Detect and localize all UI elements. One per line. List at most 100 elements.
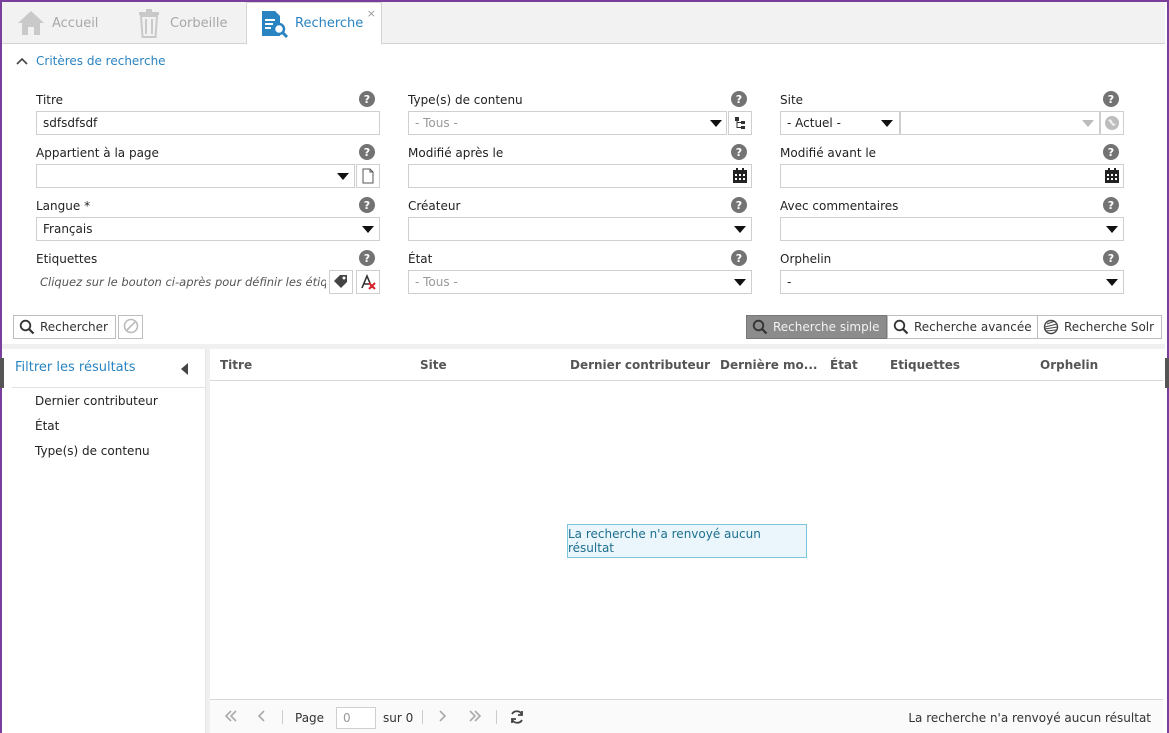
help-icon[interactable]: ? xyxy=(1103,144,1119,160)
tab-recherche[interactable]: Recherche × xyxy=(246,2,382,45)
refresh-icon[interactable] xyxy=(509,709,525,729)
filter-panel-title: Filtrer les résultats xyxy=(15,360,136,375)
search-icon xyxy=(19,319,35,335)
right-resize-handle[interactable] xyxy=(1165,358,1169,388)
advanced-search-button[interactable]: Recherche avancée xyxy=(887,315,1040,339)
column-header-site[interactable]: Site xyxy=(420,358,447,372)
filter-item-etat[interactable]: État xyxy=(35,419,59,433)
help-icon[interactable]: ? xyxy=(359,144,375,160)
solr-search-button[interactable]: Recherche Solr xyxy=(1037,315,1163,339)
last-page-icon[interactable] xyxy=(468,709,482,727)
criteria-toggle[interactable]: Critères de recherche xyxy=(16,54,166,68)
column-header-orphelin[interactable]: Orphelin xyxy=(1040,358,1098,372)
tag-icon[interactable] xyxy=(329,270,353,294)
calendar-icon[interactable] xyxy=(1105,168,1119,186)
clear-tags-icon[interactable] xyxy=(356,270,380,294)
help-icon[interactable]: ? xyxy=(731,250,747,266)
tab-accueil[interactable]: Accueil xyxy=(16,2,98,44)
page-number-input[interactable]: 0 xyxy=(336,707,376,729)
home-icon xyxy=(16,8,46,38)
pagination-bar: Page 0 sur 0 La recherche n'a renvoyé au… xyxy=(210,699,1163,733)
column-header-titre[interactable]: Titre xyxy=(220,358,252,372)
help-icon[interactable]: ? xyxy=(731,144,747,160)
globe-icon[interactable] xyxy=(1100,111,1124,135)
column-header-etiquettes[interactable]: Etiquettes xyxy=(890,358,960,372)
divider xyxy=(282,710,283,724)
next-page-icon[interactable] xyxy=(438,709,448,727)
column-header-etat[interactable]: État xyxy=(830,358,858,372)
tree-icon[interactable] xyxy=(728,111,752,135)
dropdown-arrow-icon[interactable] xyxy=(337,173,349,180)
close-icon[interactable]: × xyxy=(367,7,376,20)
search-document-icon xyxy=(259,9,289,39)
previous-page-icon[interactable] xyxy=(256,709,266,727)
createur-select[interactable] xyxy=(408,217,752,241)
search-icon xyxy=(893,319,909,335)
dropdown-arrow-icon[interactable] xyxy=(734,226,746,233)
search-button-label: Rechercher xyxy=(40,320,108,334)
titre-input[interactable]: sdfsdfsdf xyxy=(36,111,380,135)
dropdown-arrow-icon[interactable] xyxy=(734,279,746,286)
reset-button[interactable] xyxy=(118,315,143,339)
page-select[interactable] xyxy=(36,164,355,188)
langue-select[interactable]: Français xyxy=(36,217,380,241)
site-url-select[interactable] xyxy=(900,111,1100,135)
help-icon[interactable]: ? xyxy=(731,197,747,213)
collapse-left-icon[interactable] xyxy=(181,363,188,375)
tab-label: Corbeille xyxy=(170,15,228,31)
search-button[interactable]: Rechercher xyxy=(13,315,116,339)
page-label: Appartient à la page xyxy=(36,146,159,160)
help-icon[interactable]: ? xyxy=(1103,91,1119,107)
results-grid: Titre Site Dernier contributeur Dernière… xyxy=(210,349,1163,733)
search-icon xyxy=(752,319,768,335)
page-total: sur 0 xyxy=(383,711,414,725)
orphelin-label: Orphelin xyxy=(780,252,832,266)
divider xyxy=(422,710,423,724)
tab-label: Recherche xyxy=(295,16,364,31)
filter-panel: Filtrer les résultats Dernier contribute… xyxy=(2,349,206,733)
langue-label: Langue * xyxy=(36,199,91,213)
help-icon[interactable]: ? xyxy=(1103,197,1119,213)
empty-results-message: La recherche n'a renvoyé aucun résultat xyxy=(567,524,807,558)
modif-avant-label: Modifié avant le xyxy=(780,146,877,160)
dropdown-arrow-icon[interactable] xyxy=(362,226,374,233)
filter-item-types[interactable]: Type(s) de contenu xyxy=(35,444,150,458)
commentaires-select[interactable] xyxy=(780,217,1124,241)
first-page-icon[interactable] xyxy=(224,709,238,727)
criteria-toggle-label: Critères de recherche xyxy=(36,54,166,68)
column-header-modification[interactable]: Dernière mo... xyxy=(720,358,817,372)
calendar-icon[interactable] xyxy=(733,168,747,186)
modif-avant-input[interactable] xyxy=(780,164,1124,188)
filter-item-contributeur[interactable]: Dernier contributeur xyxy=(35,394,158,408)
help-icon[interactable]: ? xyxy=(359,250,375,266)
orphelin-select[interactable]: - xyxy=(780,270,1124,294)
simple-search-button[interactable]: Recherche simple xyxy=(746,315,888,339)
help-icon[interactable]: ? xyxy=(731,91,747,107)
etiquettes-hint: Cliquez sur le bouton ci-après pour défi… xyxy=(36,270,326,294)
page-icon[interactable] xyxy=(356,164,380,188)
advanced-search-label: Recherche avancée xyxy=(914,320,1032,334)
types-label: Type(s) de contenu xyxy=(408,93,523,107)
divider xyxy=(496,710,497,724)
left-resize-handle[interactable] xyxy=(0,358,4,388)
solr-search-label: Recherche Solr xyxy=(1064,320,1155,334)
types-select[interactable]: - Tous - xyxy=(408,111,727,135)
help-icon[interactable]: ? xyxy=(359,197,375,213)
etat-select[interactable]: - Tous - xyxy=(408,270,752,294)
modif-apres-input[interactable] xyxy=(408,164,752,188)
tab-corbeille[interactable]: Corbeille xyxy=(134,2,227,44)
tab-label: Accueil xyxy=(52,15,99,31)
dropdown-arrow-icon[interactable] xyxy=(1106,226,1118,233)
help-icon[interactable]: ? xyxy=(359,91,375,107)
dropdown-arrow-icon[interactable] xyxy=(710,120,722,127)
titre-label: Titre xyxy=(36,93,64,107)
help-icon[interactable]: ? xyxy=(1103,250,1119,266)
dropdown-arrow-icon[interactable] xyxy=(1106,279,1118,286)
pagination-status: La recherche n'a renvoyé aucun résultat xyxy=(908,711,1151,725)
dropdown-arrow-icon[interactable] xyxy=(1082,120,1094,127)
chevron-up-icon xyxy=(16,55,28,68)
column-header-contributeur[interactable]: Dernier contributeur xyxy=(570,358,710,372)
etat-label: État xyxy=(408,252,433,266)
dropdown-arrow-icon[interactable] xyxy=(881,120,893,127)
grid-header: Titre Site Dernier contributeur Dernière… xyxy=(210,349,1163,381)
